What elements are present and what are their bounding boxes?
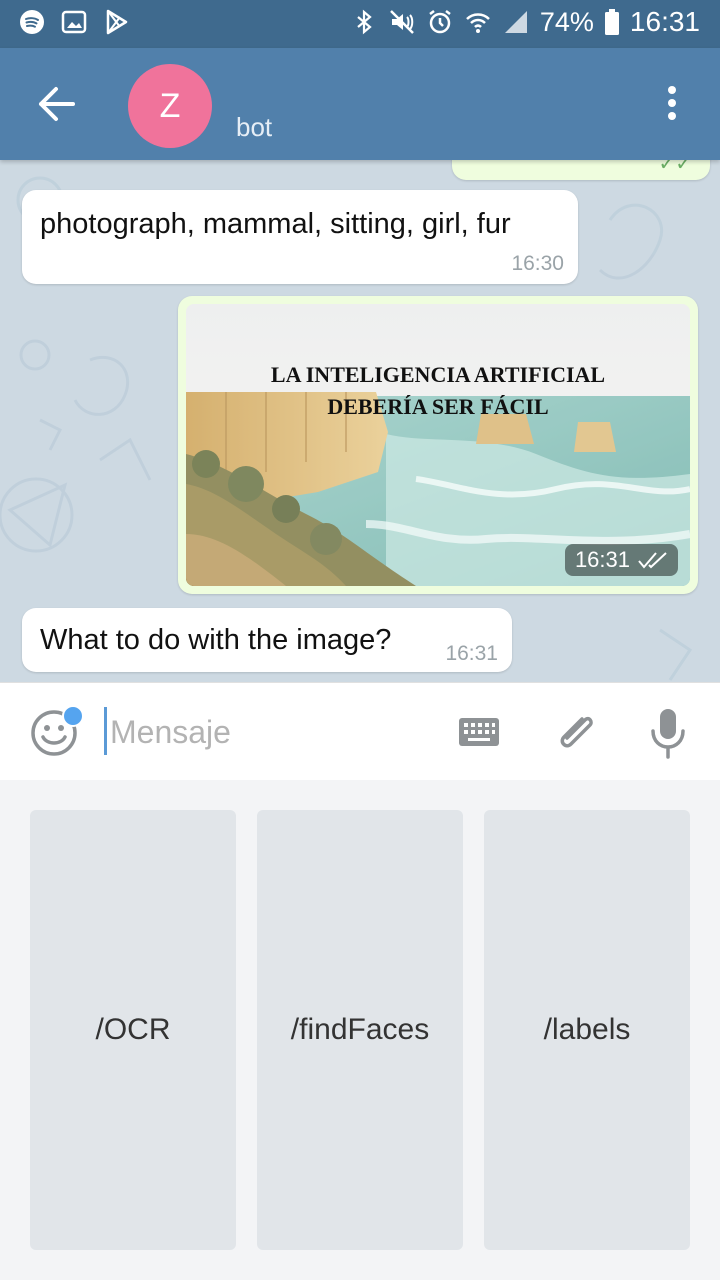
status-bar: 74% 16:31 [0,0,720,48]
read-check-icon: ✓✓ [658,160,692,175]
avatar[interactable]: Z [128,64,212,148]
bot-keyboard: /OCR /findFaces /labels [0,780,720,1280]
photo-time-badge: 16:31 [564,544,678,576]
message-time: 16:31 [445,642,498,665]
message-bubble-incoming[interactable]: What to do with the image? 16:31 [22,608,512,672]
message-bubble-outgoing[interactable]: ✓✓ [452,160,710,180]
signal-icon [504,11,527,33]
text-cursor [104,707,107,755]
battery-percent: 74% [539,6,594,37]
message-text: photograph, mammal, sitting, girl, fur [40,208,511,240]
keyboard-icon[interactable] [458,717,500,747]
message-time: 16:31 [574,547,630,572]
chat-title[interactable]: bot [236,112,272,143]
play-store-icon [106,9,128,35]
message-time: 16:30 [511,252,564,275]
chat-header: Z bot [0,48,720,160]
mute-icon [389,10,414,34]
bluetooth-icon [357,9,372,35]
message-list: ✓✓ photograph, mammal, sitting, girl, fu… [0,160,720,682]
alarm-icon [429,10,451,34]
message-bubble-incoming[interactable]: photograph, mammal, sitting, girl, fur 1… [22,190,578,284]
double-check-icon [638,552,667,569]
bot-command-button-findfaces[interactable]: /findFaces [257,810,463,1250]
message-text: What to do with the image? [40,624,392,656]
photo-caption-line1: LA INTELIGENCIA ARTIFICIAL [270,362,606,387]
wifi-icon [465,13,490,33]
more-options-icon[interactable] [660,86,684,126]
bot-command-button-ocr[interactable]: /OCR [30,810,236,1250]
battery-icon [604,9,619,35]
notification-dot [62,705,84,727]
microphone-icon[interactable] [650,707,686,759]
avatar-letter: Z [159,86,181,125]
spotify-icon [20,10,44,34]
bot-command-button-labels[interactable]: /labels [484,810,690,1250]
message-input[interactable] [108,707,432,757]
attach-icon[interactable] [552,707,600,757]
photo-message[interactable]: LA INTELIGENCIA ARTIFICIAL DEBERÍA SER F… [178,296,698,594]
gallery-icon [61,10,87,34]
photo-image[interactable]: LA INTELIGENCIA ARTIFICIAL DEBERÍA SER F… [186,304,690,586]
back-arrow-icon[interactable] [36,86,76,122]
photo-caption-line2: DEBERÍA SER FÁCIL [327,394,549,419]
compose-bar [0,682,720,781]
clock: 16:31 [629,6,700,37]
